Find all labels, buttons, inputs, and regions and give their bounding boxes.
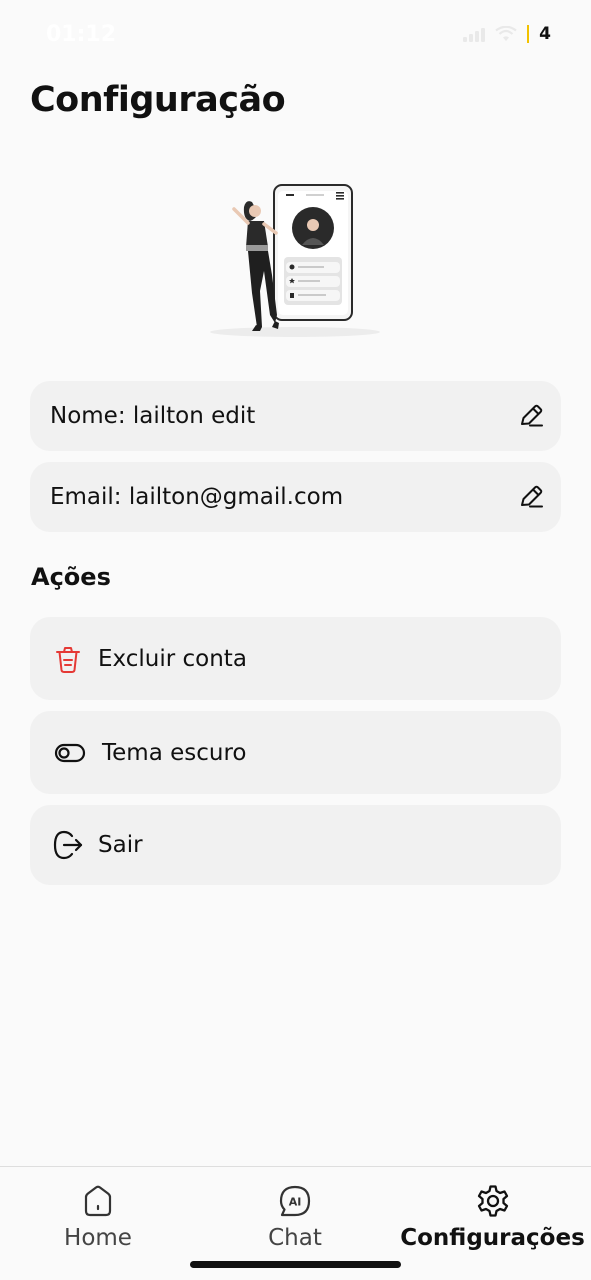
page-title: Configuração bbox=[30, 80, 286, 120]
svg-text:AI: AI bbox=[289, 1196, 302, 1209]
logout-button[interactable]: Sair bbox=[30, 805, 561, 885]
logout-label: Sair bbox=[98, 832, 143, 858]
ai-chat-icon: AI bbox=[279, 1185, 311, 1217]
home-indicator bbox=[190, 1261, 401, 1268]
email-label: Email: lailton@gmail.com bbox=[50, 484, 344, 510]
toggle-icon bbox=[54, 743, 86, 762]
dark-theme-toggle[interactable]: Tema escuro bbox=[30, 711, 561, 794]
dark-theme-label: Tema escuro bbox=[102, 739, 247, 766]
actions-section-title: Ações bbox=[31, 563, 111, 591]
trash-icon bbox=[56, 646, 80, 673]
gear-icon bbox=[477, 1185, 508, 1217]
home-icon bbox=[84, 1185, 112, 1217]
delete-account-label: Excluir conta bbox=[98, 645, 247, 672]
wifi-icon bbox=[495, 26, 517, 41]
nav-chat[interactable]: AI Chat bbox=[245, 1183, 345, 1251]
battery-separator bbox=[527, 25, 530, 43]
edit-email-icon[interactable] bbox=[517, 483, 545, 511]
profile-illustration bbox=[210, 184, 380, 337]
email-card: Email: lailton@gmail.com bbox=[30, 462, 561, 532]
nav-settings[interactable]: Configurações bbox=[400, 1183, 585, 1251]
name-label: Nome: lailton edit bbox=[50, 403, 256, 429]
settings-screen: 01:12 4 Configuração Nome: lailton edit … bbox=[0, 0, 591, 1280]
nav-chat-label: Chat bbox=[268, 1225, 322, 1251]
logout-icon bbox=[53, 830, 83, 860]
status-icons: 4 bbox=[463, 24, 551, 44]
battery-level: 4 bbox=[539, 24, 551, 44]
nav-home[interactable]: Home bbox=[48, 1183, 148, 1251]
delete-account-button[interactable]: Excluir conta bbox=[30, 617, 561, 700]
edit-name-icon[interactable] bbox=[517, 402, 545, 430]
signal-icon bbox=[463, 26, 486, 42]
status-time: 01:12 bbox=[46, 22, 117, 47]
status-bar: 01:12 4 bbox=[0, 0, 591, 70]
nav-settings-label: Configurações bbox=[400, 1225, 585, 1251]
nav-home-label: Home bbox=[64, 1225, 132, 1251]
name-card: Nome: lailton edit bbox=[30, 381, 561, 451]
